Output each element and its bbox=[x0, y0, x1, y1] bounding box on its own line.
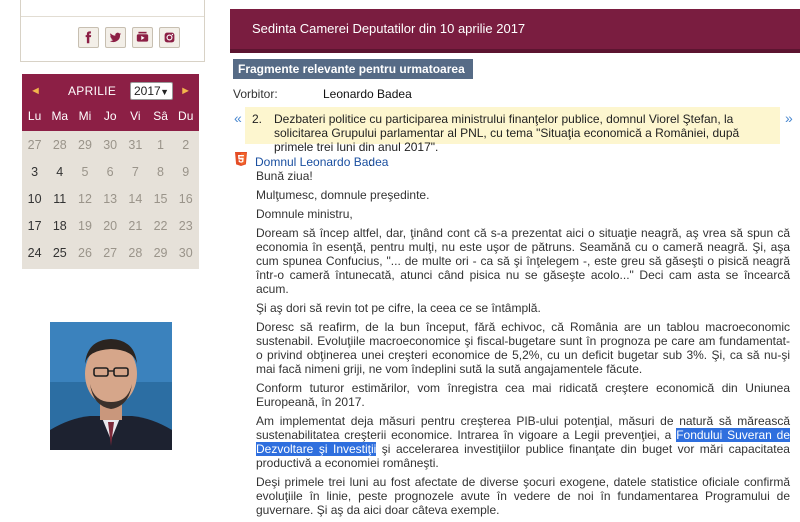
calendar-day[interactable]: 27 bbox=[98, 246, 123, 260]
calendar-week: 24 25 26 27 28 29 30 bbox=[22, 239, 199, 266]
calendar-grid: 27 28 29 30 31 1 2 3 4 5 6 7 8 9 10 11 12 13 14 15 16 17 18 19 2… bbox=[22, 131, 199, 266]
chevron-down-icon: ▼ bbox=[160, 87, 169, 97]
speech-paragraph: Doresc să reafirm, de la bun început, fă… bbox=[256, 320, 790, 376]
html5-icon[interactable] bbox=[235, 152, 247, 166]
speech-paragraph: Deşi primele trei luni au fost afectate … bbox=[256, 475, 790, 517]
weekday: Vi bbox=[130, 109, 141, 123]
calendar-day[interactable]: 31 bbox=[123, 138, 148, 152]
calendar-day[interactable]: 20 bbox=[98, 219, 123, 233]
speaker-name: Leonardo Badea bbox=[323, 87, 412, 101]
calendar-day[interactable]: 26 bbox=[72, 246, 97, 260]
calendar-week: 10 11 12 13 14 15 16 bbox=[22, 185, 199, 212]
calendar-day[interactable]: 14 bbox=[123, 192, 148, 206]
twitter-icon[interactable] bbox=[105, 27, 126, 48]
calendar-day[interactable]: 17 bbox=[22, 219, 47, 233]
calendar-day[interactable]: 29 bbox=[72, 138, 97, 152]
agenda-prev-link[interactable]: « bbox=[234, 110, 242, 126]
speech-paragraph: Domnule ministru, bbox=[256, 207, 353, 221]
calendar-day[interactable]: 28 bbox=[47, 138, 72, 152]
calendar-week: 3456789 bbox=[22, 158, 199, 185]
calendar-day[interactable]: 18 bbox=[47, 219, 72, 233]
agenda-item: 2. Dezbateri politice cu participarea mi… bbox=[245, 107, 780, 154]
calendar-day[interactable]: 5 bbox=[72, 165, 97, 179]
calendar-day[interactable]: 25 bbox=[47, 246, 72, 260]
weekday: Ma bbox=[51, 109, 69, 123]
calendar-month: APRILIE bbox=[68, 84, 117, 98]
calendar-day[interactable]: 30 bbox=[173, 246, 198, 260]
speech-paragraph: Şi aş dori să revin tot pe cifre, la cee… bbox=[256, 301, 541, 315]
next-month-arrow[interactable]: ► bbox=[180, 85, 191, 97]
calendar-week: 17 18 19 20 21 22 23 bbox=[22, 212, 199, 239]
calendar-day[interactable]: 10 bbox=[22, 192, 47, 206]
speech-paragraph: Am implementat deja măsuri pentru creşte… bbox=[256, 414, 791, 470]
calendar-day[interactable]: 21 bbox=[123, 219, 148, 233]
calendar-day[interactable]: 8 bbox=[148, 165, 173, 179]
calendar-day[interactable]: 29 bbox=[148, 246, 173, 260]
speech-paragraph: Bună ziua! bbox=[256, 169, 313, 183]
speaker-label: Vorbitor: bbox=[233, 87, 278, 101]
calendar-day[interactable]: 16 bbox=[173, 192, 198, 206]
calendar-day[interactable]: 15 bbox=[148, 192, 173, 206]
speaker-colon: : bbox=[369, 155, 373, 169]
calendar-day[interactable]: 9 bbox=[173, 165, 198, 179]
instagram-icon[interactable] bbox=[159, 27, 180, 48]
divider bbox=[21, 16, 204, 17]
speaker-photo bbox=[50, 322, 172, 450]
youtube-icon[interactable] bbox=[132, 27, 153, 48]
calendar-day[interactable]: 4 bbox=[47, 165, 72, 179]
calendar-day[interactable]: 23 bbox=[173, 219, 198, 233]
calendar-day[interactable]: 12 bbox=[72, 192, 97, 206]
calendar-header: ◄ APRILIE 2017 ▼ ► Lu Ma Mi Jo Vi Sâ Du bbox=[22, 74, 199, 131]
calendar-day[interactable]: 1 bbox=[148, 138, 173, 152]
calendar-widget: ◄ APRILIE 2017 ▼ ► Lu Ma Mi Jo Vi Sâ Du … bbox=[22, 74, 199, 269]
weekday: Du bbox=[178, 109, 194, 123]
fragments-heading: Fragmente relevante pentru urmatoarea in… bbox=[233, 59, 473, 96]
facebook-icon[interactable] bbox=[78, 27, 99, 48]
speech-text: Bună ziua! Mulţumesc, domnule preşedinte… bbox=[256, 169, 791, 522]
session-banner: Sedinta Camerei Deputatilor din 10 april… bbox=[230, 9, 800, 53]
weekday: Jo bbox=[103, 109, 117, 123]
social-box bbox=[20, 0, 205, 62]
calendar-day[interactable]: 7 bbox=[123, 165, 148, 179]
calendar-week: 27 28 29 30 31 1 2 bbox=[22, 131, 199, 158]
calendar-day[interactable]: 22 bbox=[148, 219, 173, 233]
calendar-day[interactable]: 3 bbox=[22, 165, 47, 179]
weekday: Mi bbox=[78, 109, 92, 123]
calendar-day[interactable]: 11 bbox=[47, 192, 72, 206]
weekday: Lu bbox=[27, 109, 42, 123]
calendar-day[interactable]: 27 bbox=[22, 138, 47, 152]
speech-paragraph: Mulţumesc, domnule preşedinte. bbox=[256, 188, 430, 202]
calendar-day[interactable]: 2 bbox=[173, 138, 198, 152]
agenda-number: 2. bbox=[252, 112, 263, 126]
calendar-day[interactable]: 28 bbox=[123, 246, 148, 260]
weekday-row: Lu Ma Mi Jo Vi Sâ Du bbox=[22, 109, 199, 123]
agenda-text: Dezbateri politice cu participarea minis… bbox=[274, 112, 740, 154]
calendar-day[interactable]: 6 bbox=[98, 165, 123, 179]
calendar-day[interactable]: 30 bbox=[98, 138, 123, 152]
calendar-day[interactable]: 13 bbox=[98, 192, 123, 206]
calendar-day[interactable]: 19 bbox=[72, 219, 97, 233]
prev-month-arrow[interactable]: ◄ bbox=[30, 85, 41, 97]
year-select[interactable]: 2017 ▼ bbox=[130, 82, 173, 100]
agenda-next-link[interactable]: » bbox=[785, 110, 793, 126]
weekday: Sâ bbox=[153, 109, 168, 123]
session-title: Sedinta Camerei Deputatilor din 10 april… bbox=[252, 21, 526, 36]
calendar-day[interactable]: 24 bbox=[22, 246, 47, 260]
year-value: 2017 bbox=[134, 84, 161, 98]
speech-paragraph: Doream să încep altfel, dar, ţinând cont… bbox=[256, 226, 790, 296]
speech-paragraph: Conform tuturor estimărilor, vom înregis… bbox=[256, 381, 790, 409]
social-links bbox=[78, 27, 180, 48]
